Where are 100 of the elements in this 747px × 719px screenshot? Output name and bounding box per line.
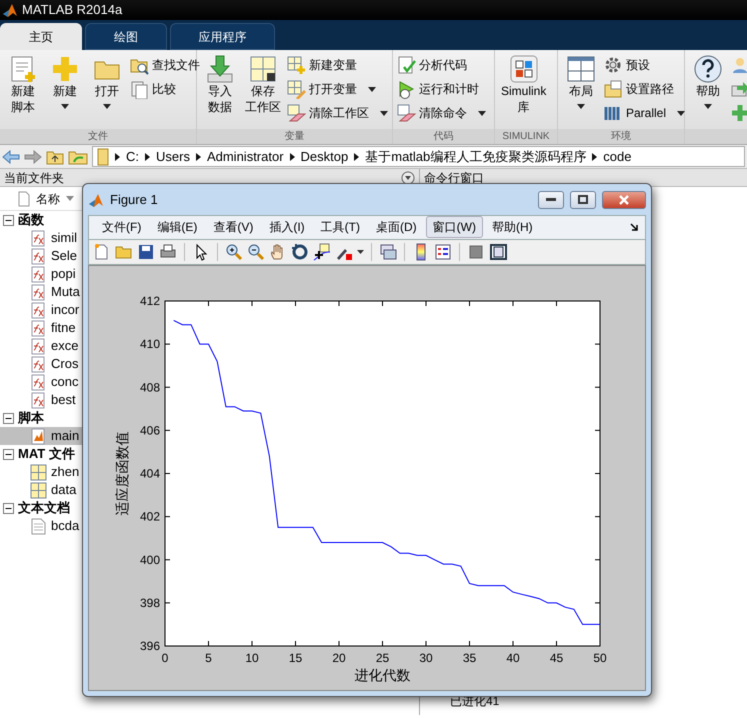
file-row[interactable]: zhen [0,463,82,481]
file-name: popi [51,265,76,284]
minimize-button[interactable] [538,190,564,209]
tick-label: 5 [205,651,212,665]
path-segment[interactable]: code [603,147,632,166]
window-title: MATLAB R2014a [22,1,122,20]
file-row[interactable]: Muta [0,283,82,301]
menu-item[interactable]: 工具(T) [314,216,367,238]
menu-item[interactable]: 查看(V) [206,216,260,238]
file-row[interactable]: Cros [0,355,82,373]
close-button[interactable] [602,190,646,209]
collapse-icon[interactable] [3,502,14,514]
ribbon-button[interactable]: Parallel [604,102,686,124]
tick-label: 406 [140,423,160,438]
ribbon-tab[interactable]: 应用程序 [170,23,275,50]
ribbon-button[interactable]: 打开变量 [287,78,388,100]
back-arrow-icon[interactable] [2,150,20,164]
file-row[interactable]: Sele [0,247,82,265]
menu-item[interactable]: 桌面(D) [368,216,424,238]
zoom-in-icon[interactable] [225,242,243,261]
mat-file-icon [30,464,47,480]
path-segment[interactable]: 基于matlab编程人工免疫聚类源码程序 [365,147,586,166]
folder-icon [97,148,109,166]
path-segment[interactable]: Users [156,147,190,166]
tick-label: 412 [140,294,160,308]
ribbon-button[interactable]: 保存 工作区 [243,54,283,129]
dock-arrow-icon[interactable] [630,222,639,232]
panel-menu-icon[interactable] [401,170,415,184]
file-row[interactable]: incor [0,301,82,319]
collapse-icon[interactable] [3,412,14,424]
function-file-icon [30,248,47,264]
link-icon[interactable] [379,242,397,261]
file-row[interactable]: best [0,391,82,409]
data-cursor-icon[interactable] [313,242,331,261]
path-segment[interactable]: Desktop [300,147,348,166]
file-row[interactable]: conc [0,373,82,391]
file-row[interactable]: fitne [0,319,82,337]
tick-label: 40 [506,651,520,665]
close-icon [619,194,629,205]
file-row[interactable]: bcda [0,517,82,535]
column-header[interactable]: 名称 [36,190,60,208]
plus-icon [731,104,747,122]
path-segment[interactable]: C: [126,147,139,166]
ribbon-button[interactable]: Simulink 库 [499,54,548,129]
caret-icon[interactable] [357,250,364,254]
menu-item[interactable]: 插入(I) [262,216,312,238]
file-row[interactable]: simil [0,229,82,247]
ribbon-button[interactable]: 打开 [88,54,126,129]
eraser-icon [287,104,306,122]
square-icon[interactable] [467,242,485,261]
path-segment[interactable]: Administrator [206,147,284,166]
file-row[interactable]: popi [0,265,82,283]
collapse-icon[interactable] [3,448,14,460]
function-file-icon [30,356,47,372]
stopwatch-icon [397,80,416,98]
save-icon[interactable] [137,242,155,261]
file-row[interactable]: main [0,427,82,445]
ribbon-button[interactable]: 设置路径 [604,78,686,100]
frame-icon[interactable] [489,242,507,261]
ribbon-tab[interactable]: 主页 [0,23,82,50]
tick-label: 408 [140,380,160,394]
chevron-right-icon [290,152,295,160]
help-icon [693,54,723,84]
ribbon-tab[interactable]: 绘图 [85,23,167,50]
ribbon-button[interactable]: 清除工作区 [287,102,388,124]
ribbon-button[interactable]: 运行和计时 [397,78,486,100]
group-label: MAT 文件 [18,445,75,464]
legend-icon[interactable] [434,242,452,261]
function-file-icon [30,374,47,390]
ribbon-button[interactable]: 新建 脚本 [4,54,42,129]
rotate-icon[interactable] [291,242,309,261]
ribbon-button[interactable]: 新建变量 [287,54,388,76]
ribbon-button[interactable]: 导入 数据 [201,54,239,129]
group-label: 函数 [18,211,44,230]
grid-plus-icon [287,56,306,74]
tick-label: 396 [140,639,160,653]
ribbon-button[interactable]: 预设 [604,54,686,76]
menu-item[interactable]: 窗口(W) [426,216,483,238]
grid-icon [248,54,278,84]
file-name: best [51,391,76,410]
zoom-out-icon[interactable] [247,242,265,261]
file-row[interactable]: exce [0,337,82,355]
tick-label: 398 [140,596,160,610]
collapse-icon[interactable] [3,214,14,226]
ribbon-button[interactable]: 查找文件 [130,54,200,76]
ribbon-button[interactable]: 帮助 [689,54,727,129]
maximize-button[interactable] [570,190,596,209]
ribbon-button[interactable]: 分析代码 [397,54,486,76]
ribbon-button[interactable]: 布局 [562,54,600,129]
file-row[interactable]: data [0,481,82,499]
menu-item[interactable]: 编辑(E) [150,216,204,238]
ribbon-button[interactable]: 比较 [130,78,200,100]
function-file-icon [30,302,47,318]
file-name: incor [51,301,80,320]
ribbon-button[interactable]: 新建 [46,54,84,129]
menu-item[interactable]: 文件(F) [95,216,148,238]
ribbon-button[interactable]: 清除命令 [397,102,486,124]
file-name: bcda [51,517,80,536]
menu-item[interactable]: 帮助(H) [484,216,540,238]
folder-up-icon[interactable] [46,148,64,164]
